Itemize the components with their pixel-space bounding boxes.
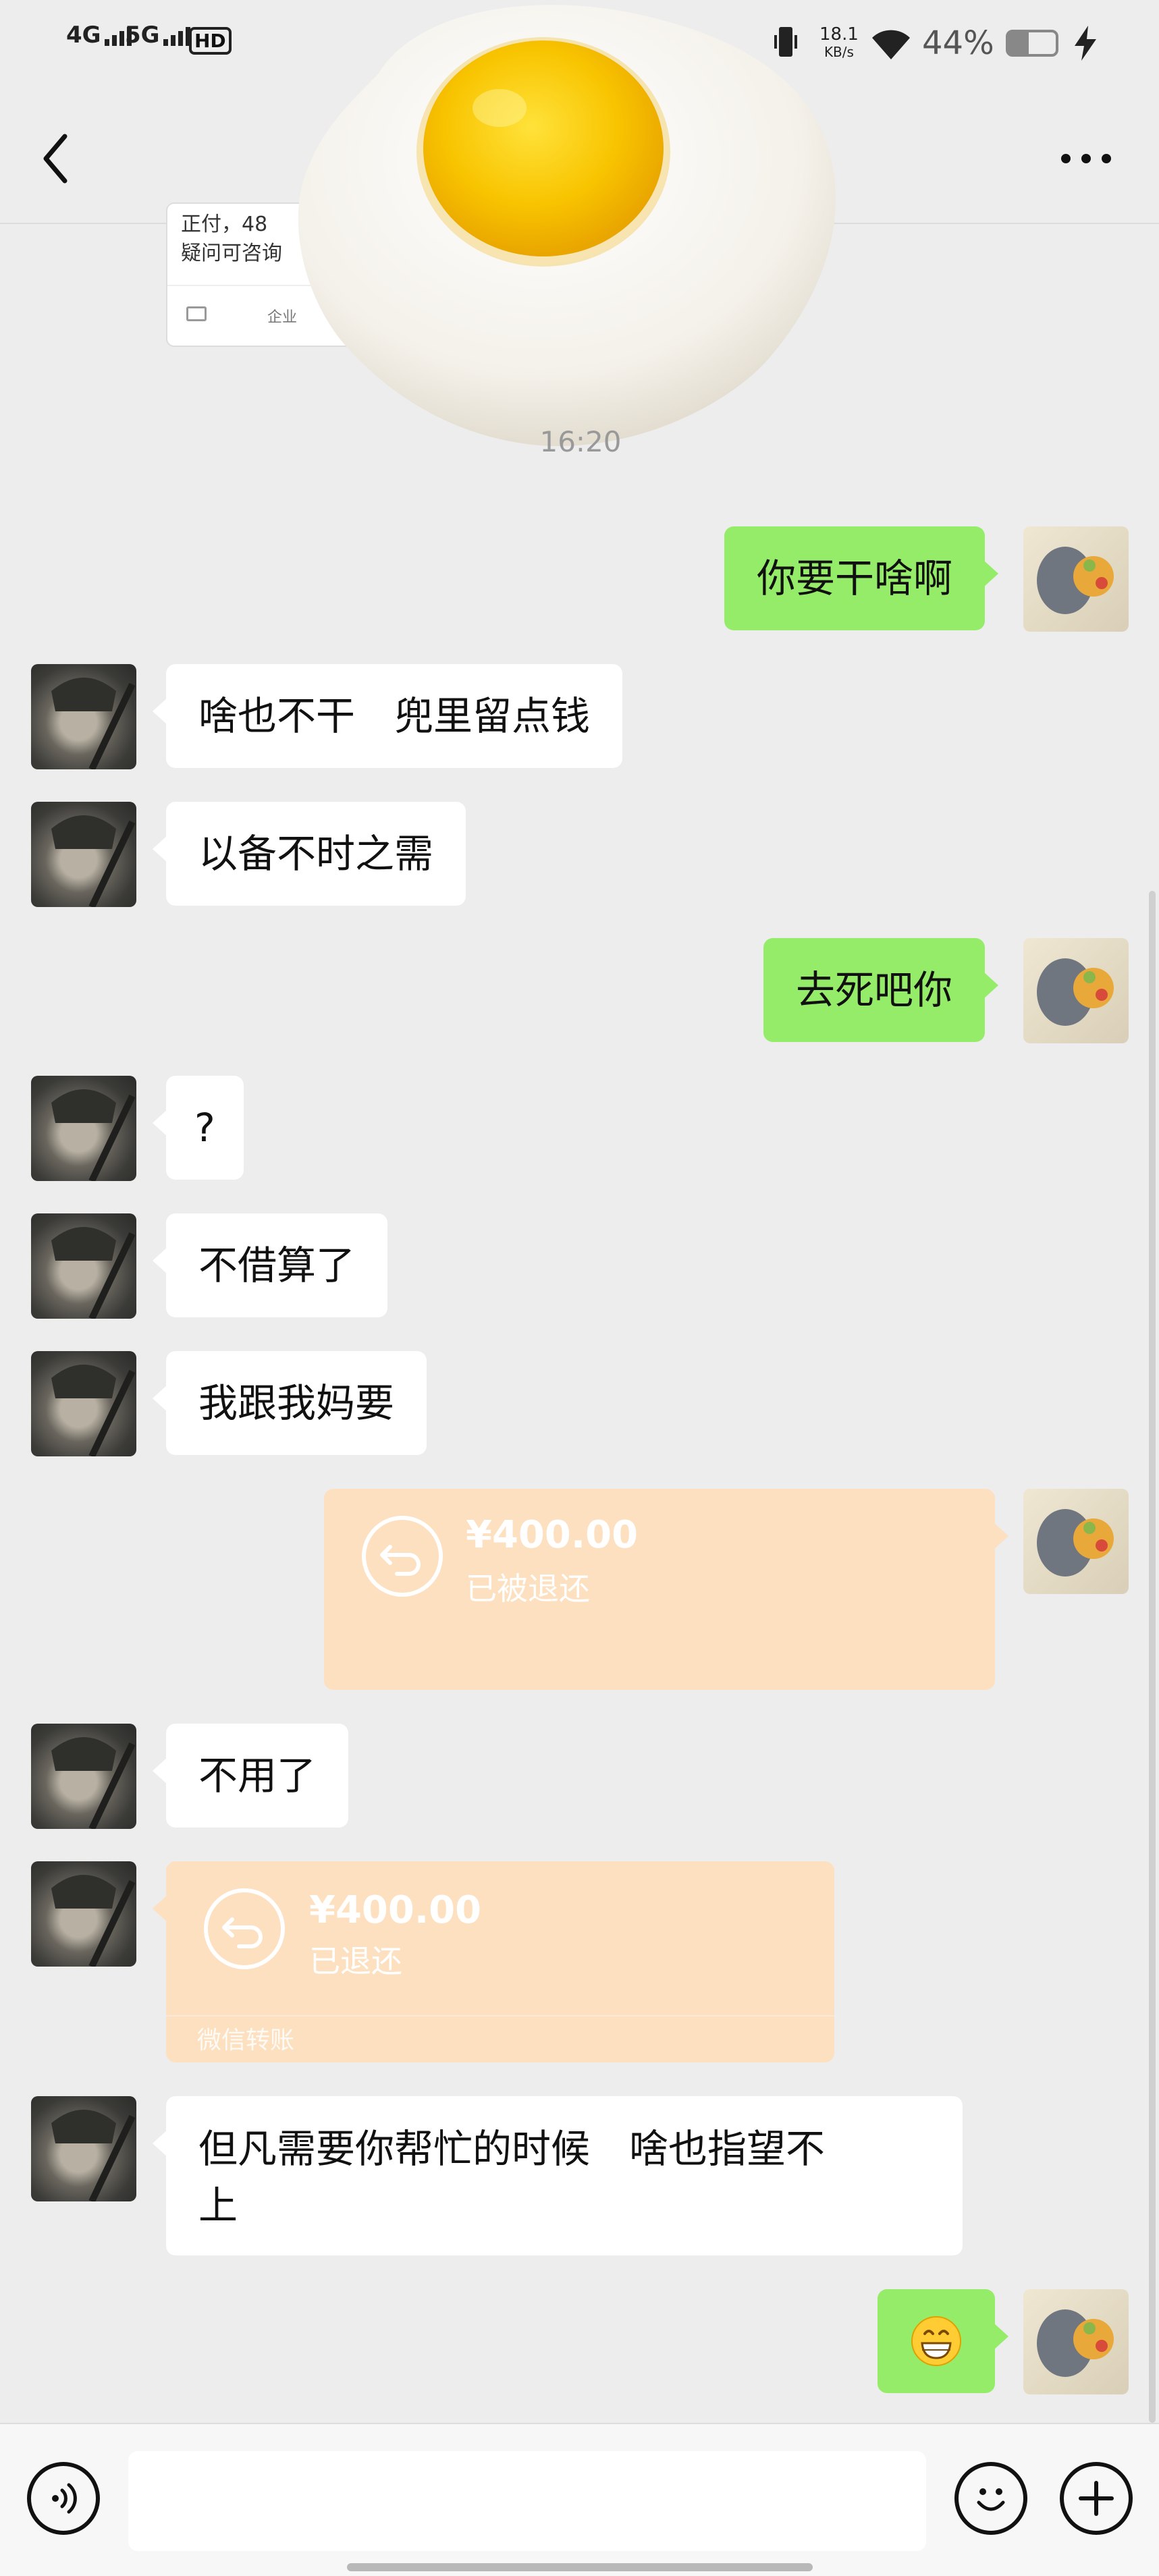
card-text-line: 正付，48 <box>181 213 268 236</box>
transfer-amount: ¥400.00 <box>309 1888 482 1932</box>
transfer-card-friend[interactable]: ¥400.00 已退还 微信转账 <box>153 1861 834 2062</box>
smiley-icon <box>977 2488 1005 2511</box>
transfer-card-self[interactable]: ¥400.00 已被退还 <box>324 1489 1008 1690</box>
more-options-button[interactable] <box>1056 148 1116 169</box>
message-bubble-self[interactable]: 去死吧你 <box>763 938 999 1042</box>
return-arrow-icon <box>362 1516 443 1597</box>
message-bubble-self[interactable] <box>878 2289 1008 2393</box>
message-text: 不借算了 <box>198 1242 356 1288</box>
voice-input-button[interactable] <box>27 2462 100 2535</box>
home-indicator[interactable] <box>347 2563 813 2571</box>
keyboard-icon <box>186 306 207 321</box>
message-text: 去死吧你 <box>795 967 952 1013</box>
avatar-self[interactable] <box>1023 938 1129 1043</box>
avatar-friend[interactable] <box>31 2096 136 2201</box>
message-input[interactable] <box>128 2451 926 2551</box>
return-arrow-icon <box>204 1888 285 1969</box>
more-functions-button[interactable] <box>1060 2462 1133 2535</box>
hd-voice-icon: HD <box>189 27 232 55</box>
message-bubble-friend[interactable]: 不借算了 <box>152 1213 388 1317</box>
wifi-icon <box>869 26 913 63</box>
emoji-button[interactable] <box>954 2462 1027 2535</box>
transfer-status: 已被退还 <box>466 1570 590 1607</box>
message-text: 我跟我妈要 <box>198 1380 395 1426</box>
input-bar <box>0 2423 1159 2576</box>
message-text: 以备不时之需 <box>198 831 434 877</box>
fried-egg-sticker <box>257 0 864 459</box>
message-bubble-self[interactable]: 你要干啥啊 <box>724 526 999 630</box>
avatar-self[interactable] <box>1023 526 1129 632</box>
scrollbar[interactable] <box>1149 891 1156 2423</box>
charging-icon <box>1072 24 1099 65</box>
message-bubble-friend[interactable]: 啥也不干 兜里留点钱 <box>152 664 623 768</box>
message-text: 你要干啥啊 <box>756 555 952 601</box>
avatar-friend[interactable] <box>31 1213 136 1319</box>
transfer-footer-label: 微信转账 <box>197 2027 295 2054</box>
voice-icon <box>52 2483 77 2514</box>
message-text-line: 上 <box>198 2183 238 2228</box>
message-bubble-friend[interactable]: 不用了 <box>152 1724 349 1828</box>
avatar-friend[interactable] <box>31 1861 136 1967</box>
message-bubble-friend[interactable]: 但凡需要你帮忙的时候 啥也指望不 上 <box>153 2096 963 2255</box>
signal-5g: 5G <box>125 22 193 49</box>
grinning-face-emoji-icon <box>911 2316 961 2366</box>
transfer-status: 已退还 <box>309 1943 402 1979</box>
avatar-friend[interactable] <box>31 1351 136 1456</box>
message-bubble-friend[interactable]: 我跟我妈要 <box>152 1351 427 1455</box>
message-text-line: 但凡需要你帮忙的时候 啥也指望不 <box>198 2126 826 2172</box>
message-text: 啥也不干 兜里留点钱 <box>198 693 591 739</box>
more-dots-icon <box>1061 154 1111 163</box>
message-bubble-friend[interactable]: ? <box>153 1076 244 1180</box>
avatar-friend[interactable] <box>31 802 136 907</box>
chevron-left-icon <box>43 134 68 184</box>
avatar-self[interactable] <box>1023 1489 1129 1594</box>
plus-icon <box>1079 2481 1114 2516</box>
avatar-self[interactable] <box>1023 2289 1129 2394</box>
avatar-friend[interactable] <box>31 1724 136 1829</box>
avatar-friend[interactable] <box>31 1076 136 1181</box>
message-timestamp: 16:20 <box>539 425 622 458</box>
avatar-friend[interactable] <box>31 664 136 769</box>
message-text: ? <box>194 1105 215 1151</box>
back-button[interactable] <box>34 128 81 189</box>
network-type-label: 5G <box>125 22 160 49</box>
battery-percent: 44% <box>922 24 994 62</box>
message-bubble-friend[interactable]: 以备不时之需 <box>152 802 466 906</box>
signal-4g: 4G <box>66 22 134 49</box>
network-type-label: 4G <box>66 22 101 49</box>
battery-icon <box>1006 30 1058 57</box>
message-text: 不用了 <box>198 1753 317 1799</box>
transfer-amount: ¥400.00 <box>466 1513 639 1557</box>
